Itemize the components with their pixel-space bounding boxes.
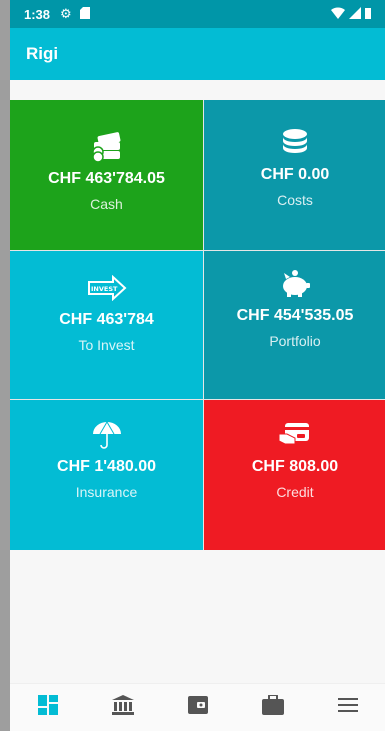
status-time: 1:38 [24,6,51,22]
wallet-icon [187,696,208,719]
tile-value: CHF 0.00 [260,166,330,183]
nav-wallet[interactable] [178,688,218,728]
nav-bank[interactable] [103,688,143,728]
coins-icon [280,126,310,160]
tile-value: CHF 463'784.05 [48,170,165,187]
tile-label: To Invest [78,337,135,353]
invest-icon-text: INVEST [91,285,118,293]
tile-label: Costs [277,192,313,208]
app-title: Rigi [26,44,59,63]
summary-grid: CHF 463'784.05 Cash CHF 0.00 Costs INVES… [10,100,385,550]
tile-insurance[interactable]: CHF 1'480.00 Insurance [10,400,203,550]
piggy-bank-icon [278,267,312,301]
umbrella-icon [91,418,123,452]
app-bar: Rigi [10,28,385,80]
status-bar: 1:38 ⚙ [10,0,385,28]
app-screen: 1:38 ⚙ Rigi CHF 463'784.05 Cash CHF 0.00… [10,0,385,731]
tile-to-invest[interactable]: INVEST CHF 463'784 To Invest [10,251,203,399]
sd-card-status-icon [79,6,90,22]
tile-value: CHF 1'480.00 [57,458,156,475]
menu-icon [337,698,358,717]
tile-label: Portfolio [269,333,321,349]
tile-value: CHF 808.00 [251,458,339,475]
tile-label: Cash [90,196,123,212]
nav-dashboard[interactable] [28,688,68,728]
tile-credit[interactable]: CHF 808.00 Credit [204,400,385,550]
bank-icon [111,695,134,720]
tile-value: CHF 463'784 [59,311,154,328]
battery-status-icon [365,7,371,22]
tile-costs[interactable]: CHF 0.00 Costs [204,100,385,250]
tile-cash[interactable]: CHF 463'784.05 Cash [10,100,203,250]
status-right-icons [331,6,371,22]
bottom-navigation [10,683,385,731]
spacer [10,80,385,100]
nav-menu[interactable] [328,688,368,728]
signal-status-icon [349,6,361,22]
settings-status-icon: ⚙ [60,6,72,21]
tile-portfolio[interactable]: CHF 454'535.05 Portfolio [204,251,385,399]
tile-value: CHF 454'535.05 [236,307,354,324]
money-stack-icon [88,130,126,164]
invest-arrow-icon: INVEST [87,271,127,305]
dashboard-icon [37,695,58,720]
tile-label: Insurance [75,484,138,500]
nav-briefcase[interactable] [253,688,293,728]
briefcase-icon [261,694,284,720]
wifi-status-icon [331,6,345,22]
tile-label: Credit [276,484,314,500]
credit-card-hand-icon [277,418,313,452]
